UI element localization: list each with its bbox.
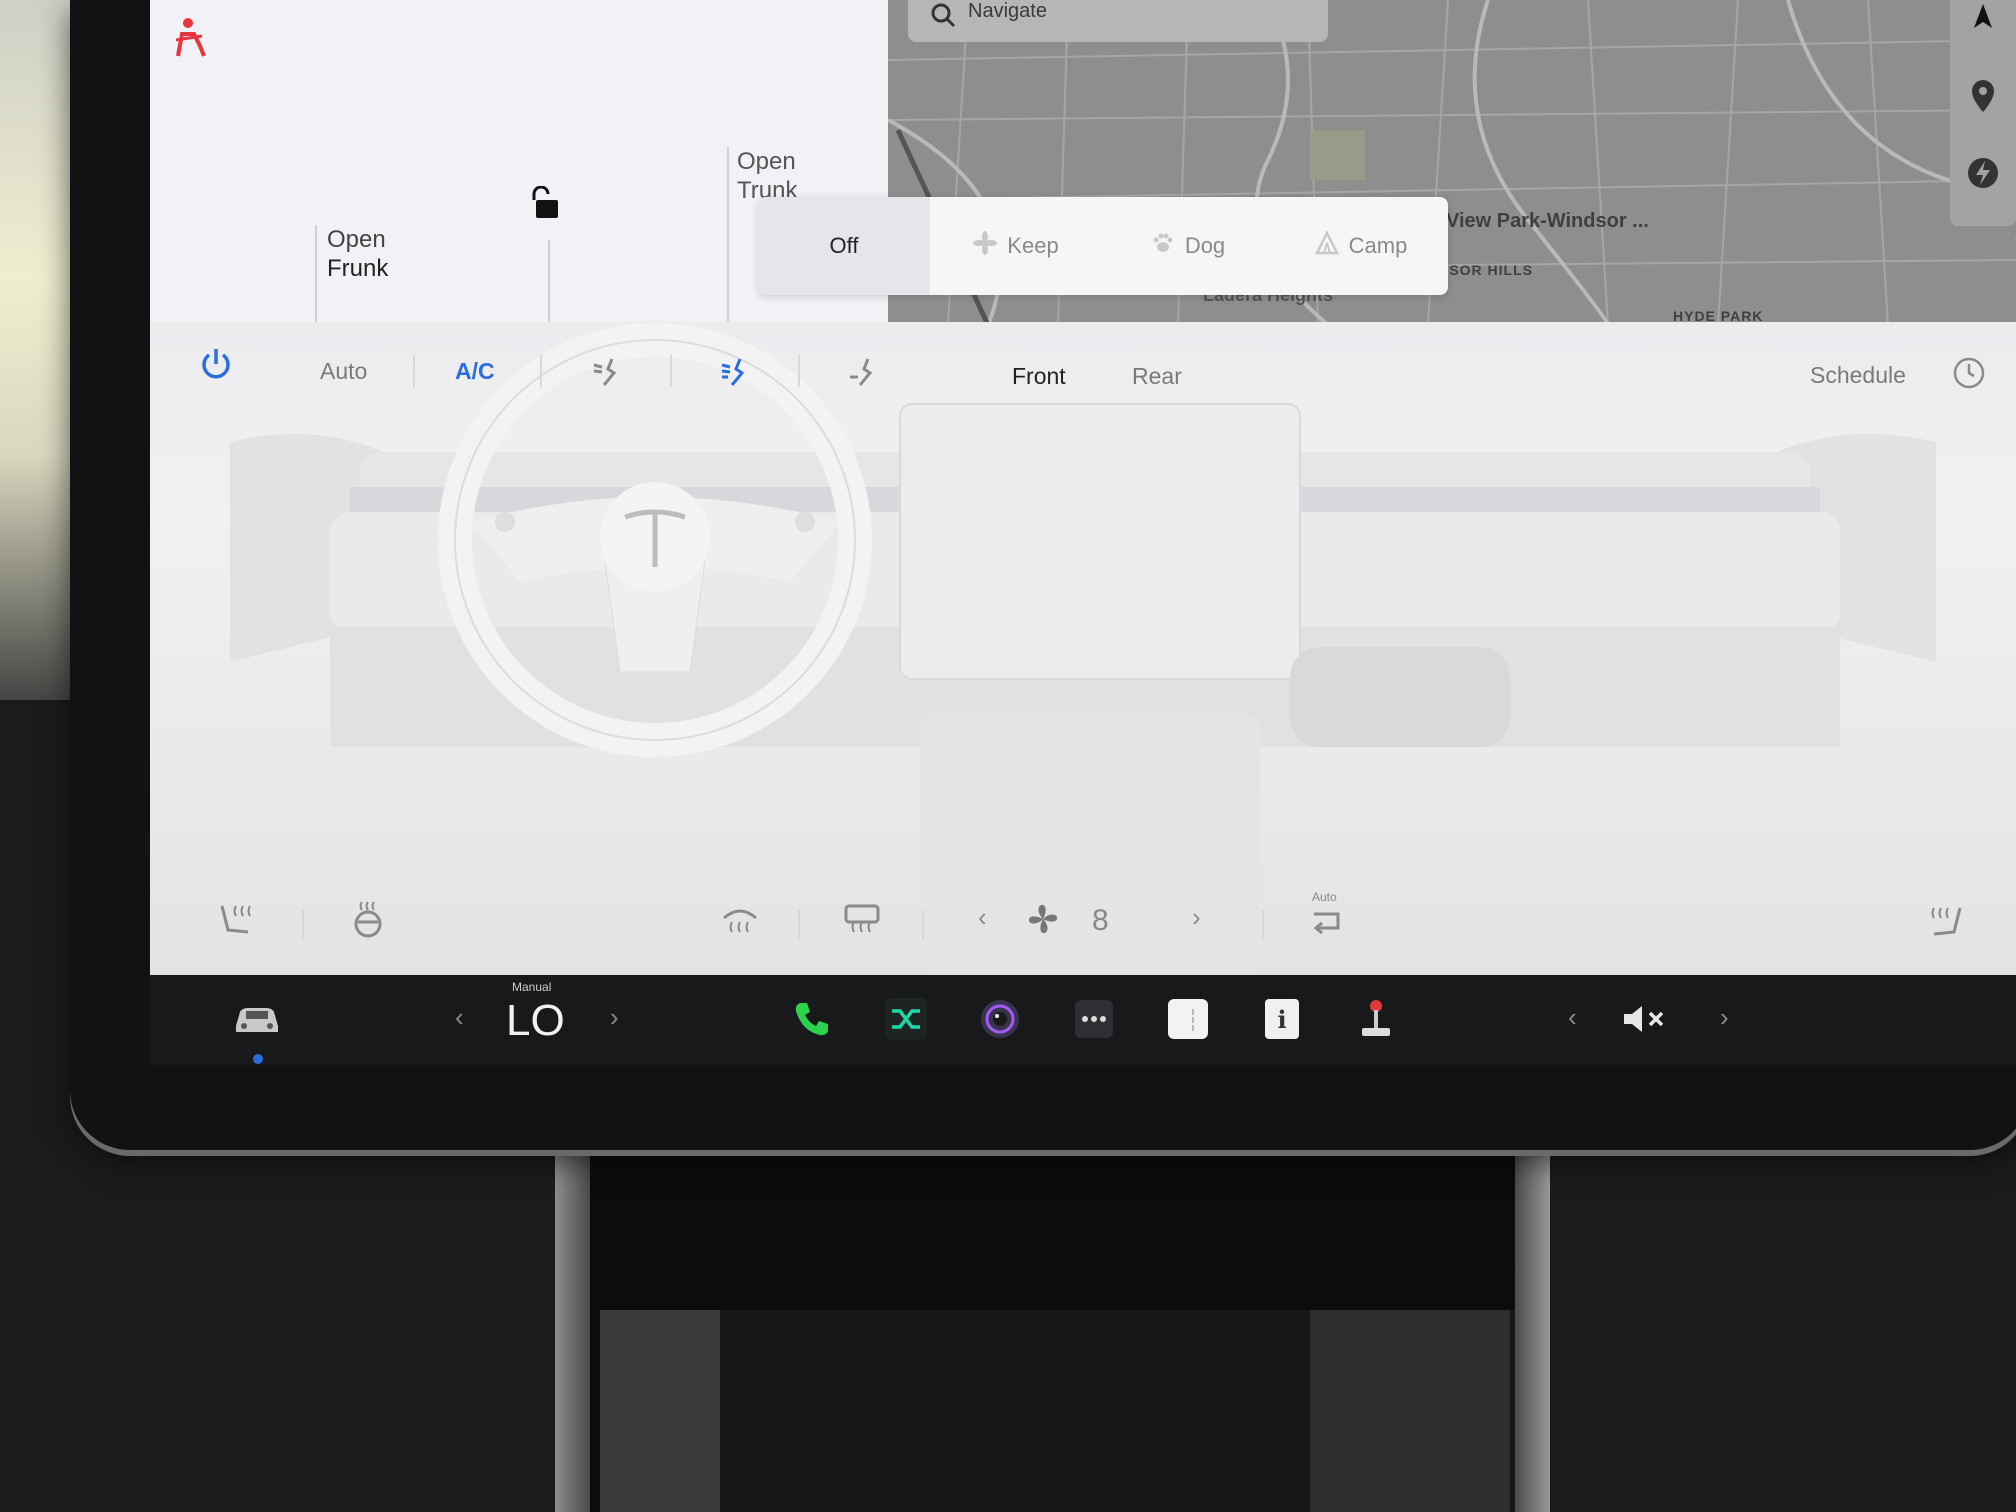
navigate-placeholder: Navigate: [968, 0, 1047, 22]
open-trunk-line1: Open: [737, 148, 796, 175]
airflow-feet-face-icon[interactable]: [718, 355, 752, 394]
ac-button[interactable]: A/C: [455, 358, 495, 385]
climate-rear-tab[interactable]: Rear: [1132, 363, 1182, 390]
mode-off-label: Off: [829, 233, 859, 258]
fan-decrease-chevron[interactable]: ‹: [978, 902, 987, 933]
temp-increase-chevron[interactable]: ›: [610, 1002, 619, 1033]
climate-auto-button[interactable]: Auto: [320, 358, 367, 385]
mode-camp-option[interactable]: Camp: [1274, 197, 1448, 295]
divider: [548, 240, 550, 322]
shuffle-icon[interactable]: [882, 995, 930, 1043]
mode-off-option[interactable]: Off: [758, 197, 930, 295]
divider: [315, 225, 317, 322]
mode-keep-option[interactable]: Keep: [930, 197, 1102, 295]
mode-keep-label: Keep: [1007, 233, 1059, 258]
rear-defrost-icon[interactable]: [842, 902, 882, 941]
schedule-button[interactable]: Schedule: [1810, 362, 1906, 389]
recirculate-auto-label: Auto: [1312, 890, 1337, 904]
map-controls: [1950, 0, 2016, 226]
cabin-illustration: [230, 323, 1936, 975]
charging-icon[interactable]: [1966, 156, 2000, 195]
seatbelt-warning-icon: [170, 16, 210, 65]
console-panel-right: [1310, 1310, 1510, 1512]
divider: [727, 147, 729, 322]
phone-icon[interactable]: [788, 995, 836, 1043]
fan-speed-value: 8: [1092, 904, 1109, 937]
clock-icon[interactable]: [1952, 356, 1986, 395]
front-defrost-icon[interactable]: [720, 902, 760, 941]
unlocked-icon[interactable]: [528, 185, 564, 225]
mode-dog-label: Dog: [1184, 233, 1226, 258]
camera-icon[interactable]: [976, 995, 1024, 1043]
steering-wheel-heater-icon[interactable]: [350, 900, 386, 943]
fan-speed-icon: [1026, 902, 1060, 941]
car-active-dot: [253, 1054, 263, 1064]
airflow-face-icon[interactable]: [590, 355, 624, 394]
climate-panel: ‹ 8 › Auto: [150, 322, 2016, 975]
fan-increase-chevron[interactable]: ›: [1192, 902, 1201, 933]
recirculate-icon[interactable]: [1308, 908, 1344, 943]
more-icon[interactable]: [1070, 995, 1118, 1043]
console-panel-left: [600, 1310, 720, 1512]
mode-camp-label: Camp: [1348, 233, 1408, 258]
stand-rail-right: [1515, 1150, 1550, 1512]
open-frunk-line1: Open: [327, 226, 386, 253]
search-icon: [930, 2, 956, 33]
fan-icon: [973, 231, 998, 261]
manual-icon[interactable]: i: [1258, 995, 1306, 1043]
temp-decrease-chevron[interactable]: ‹: [455, 1002, 464, 1033]
volume-increase-chevron[interactable]: ›: [1720, 1002, 1729, 1033]
climate-mode-selector: Off Keep Dog Camp: [758, 197, 1448, 295]
location-pin-icon[interactable]: [1968, 78, 1998, 119]
map-label-view-park: View Park-Windsor ...: [1446, 210, 1649, 232]
navigate-search-bar[interactable]: Navigate: [908, 0, 1328, 42]
volume-decrease-chevron[interactable]: ‹: [1568, 1002, 1577, 1033]
passenger-seat-heater-icon[interactable]: [1924, 904, 1964, 945]
touchscreen: Open Frunk Open Trunk View Park-Windsor …: [150, 0, 2016, 975]
mode-dog-option[interactable]: Dog: [1102, 197, 1274, 295]
car-icon[interactable]: [232, 1002, 282, 1043]
tent-icon: [1314, 230, 1339, 261]
temperature-value[interactable]: LO: [506, 996, 565, 1046]
climate-power-icon[interactable]: [198, 346, 234, 387]
volume-muted-icon[interactable]: [1620, 995, 1668, 1043]
compass-icon[interactable]: [1968, 2, 1998, 37]
open-frunk-button[interactable]: Open Frunk: [327, 225, 388, 283]
airflow-feet-icon[interactable]: [846, 355, 880, 394]
open-frunk-line2: Frunk: [327, 255, 389, 282]
climate-front-tab[interactable]: Front: [1012, 363, 1066, 390]
joystick-icon[interactable]: [1352, 995, 1400, 1043]
paw-icon: [1151, 231, 1175, 261]
calendar-icon[interactable]: [1164, 995, 1212, 1043]
stand-rail-left: [555, 1150, 590, 1512]
driver-seat-heater-icon[interactable]: [218, 902, 258, 943]
temp-mode-label: Manual: [512, 980, 552, 994]
